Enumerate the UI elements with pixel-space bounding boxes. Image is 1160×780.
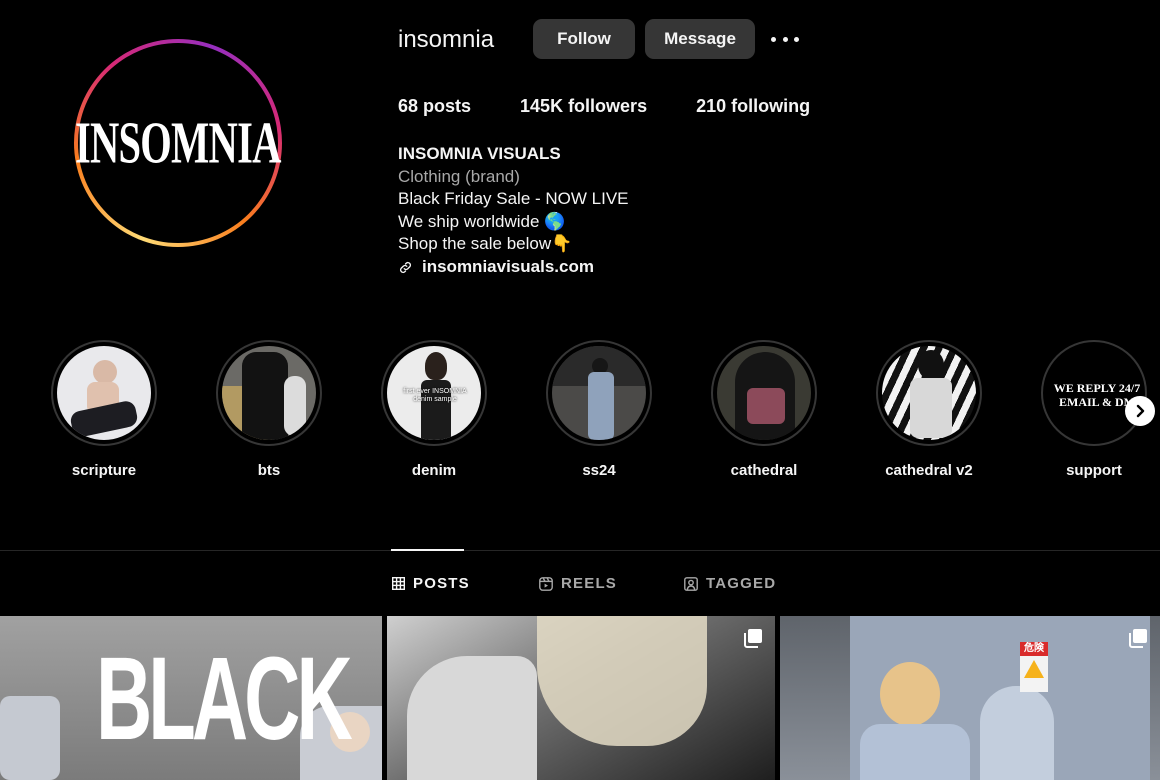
tabs-divider xyxy=(0,550,1160,551)
highlight-ring xyxy=(546,340,652,446)
multiple-photos-icon xyxy=(744,629,762,648)
profile-page: INSOMNIA insomnia Follow Message 68 post… xyxy=(0,0,1160,780)
active-tab-indicator xyxy=(391,549,464,551)
highlight-overlay-text: first ever INSOMNIA denim sample xyxy=(403,388,467,403)
bio-line: We ship worldwide 🌎 xyxy=(398,211,566,231)
tab-label: TAGGED xyxy=(706,575,777,592)
following-count[interactable]: 210 following xyxy=(696,96,810,117)
highlight-ring xyxy=(876,340,982,446)
highlight-label: cathedral v2 xyxy=(885,462,973,479)
message-button[interactable]: Message xyxy=(645,19,755,59)
highlight-label: denim xyxy=(411,462,457,479)
multiple-photos-icon xyxy=(1129,629,1147,648)
highlight-ring xyxy=(216,340,322,446)
highlight-ring: first ever INSOMNIA denim sample xyxy=(381,340,487,446)
highlight-label: bts xyxy=(257,462,281,479)
highlight-image xyxy=(222,346,316,440)
highlight-image xyxy=(882,346,976,440)
highlight-ring xyxy=(51,340,157,446)
post-tile[interactable]: BLACK xyxy=(0,616,382,780)
more-options-icon[interactable] xyxy=(771,28,799,50)
chevron-right-icon xyxy=(1136,404,1145,418)
avatar-logo-text: INSOMNIA xyxy=(75,110,281,176)
warning-sign-text: 危険 xyxy=(1020,642,1048,656)
bio-link-text: insomniavisuals.com xyxy=(422,256,594,276)
highlight-label: support xyxy=(1066,462,1122,479)
profile-username: insomnia xyxy=(398,26,495,53)
post-overlay-text: BLACK xyxy=(96,633,353,765)
highlight-image: first ever INSOMNIA denim sample xyxy=(387,346,481,440)
highlight-image xyxy=(57,346,151,440)
bio-name: INSOMNIA VISUALS xyxy=(398,144,561,163)
post-figure xyxy=(407,656,537,780)
link-icon xyxy=(399,261,412,273)
highlight-denim[interactable]: first ever INSOMNIA denim sample denim xyxy=(381,340,487,479)
highlight-image xyxy=(717,346,811,440)
highlight-image xyxy=(552,346,646,440)
followers-count[interactable]: 145K followers xyxy=(520,96,647,117)
warning-triangle xyxy=(1024,660,1044,678)
profile-avatar[interactable]: INSOMNIA xyxy=(74,39,282,247)
highlight-cathedral[interactable]: cathedral xyxy=(711,340,817,479)
post-figure xyxy=(880,662,940,726)
reels-icon xyxy=(539,576,553,591)
highlight-ring: WE REPLY 24/7 EMAIL & DM xyxy=(1041,340,1147,446)
tab-posts[interactable]: POSTS xyxy=(392,575,470,592)
post-tile[interactable] xyxy=(387,616,775,780)
bio-link[interactable]: insomniavisuals.com xyxy=(398,256,629,279)
highlight-image: WE REPLY 24/7 EMAIL & DM xyxy=(1047,346,1141,440)
profile-stats: 68 posts 145K followers 210 following xyxy=(398,96,859,117)
highlight-bts[interactable]: bts xyxy=(216,340,322,479)
avatar-image: INSOMNIA xyxy=(75,43,282,243)
bio-category: Clothing (brand) xyxy=(398,166,520,186)
tab-reels[interactable]: REELS xyxy=(539,575,617,592)
post-figure xyxy=(0,696,60,780)
tagged-icon xyxy=(684,576,698,591)
posts-count: 68 posts xyxy=(398,96,472,116)
highlight-overlay-text: WE REPLY 24/7 xyxy=(1053,381,1141,395)
post-figure xyxy=(980,686,1054,780)
highlight-label: scripture xyxy=(71,462,137,479)
post-figure xyxy=(860,724,970,780)
highlight-ss24[interactable]: ss24 xyxy=(546,340,652,479)
highlight-scripture[interactable]: scripture xyxy=(51,340,157,479)
tab-tagged[interactable]: TAGGED xyxy=(684,575,776,592)
follow-button[interactable]: Follow xyxy=(533,19,635,59)
highlight-ring xyxy=(711,340,817,446)
tab-label: POSTS xyxy=(413,575,470,592)
warning-sign: 危険 xyxy=(1020,642,1048,692)
highlight-cathedral-v2[interactable]: cathedral v2 xyxy=(876,340,982,479)
highlight-label: cathedral xyxy=(730,462,798,479)
profile-bio: INSOMNIA VISUALS Clothing (brand) Black … xyxy=(398,143,629,279)
post-tile[interactable]: 危険 xyxy=(780,616,1160,780)
highlights-next-button[interactable] xyxy=(1125,396,1155,426)
grid-icon xyxy=(392,577,405,590)
tab-label: REELS xyxy=(561,575,618,592)
bio-line: Shop the sale below👇 xyxy=(398,234,573,254)
highlight-label: ss24 xyxy=(582,462,616,479)
bio-line: Black Friday Sale - NOW LIVE xyxy=(398,189,629,209)
